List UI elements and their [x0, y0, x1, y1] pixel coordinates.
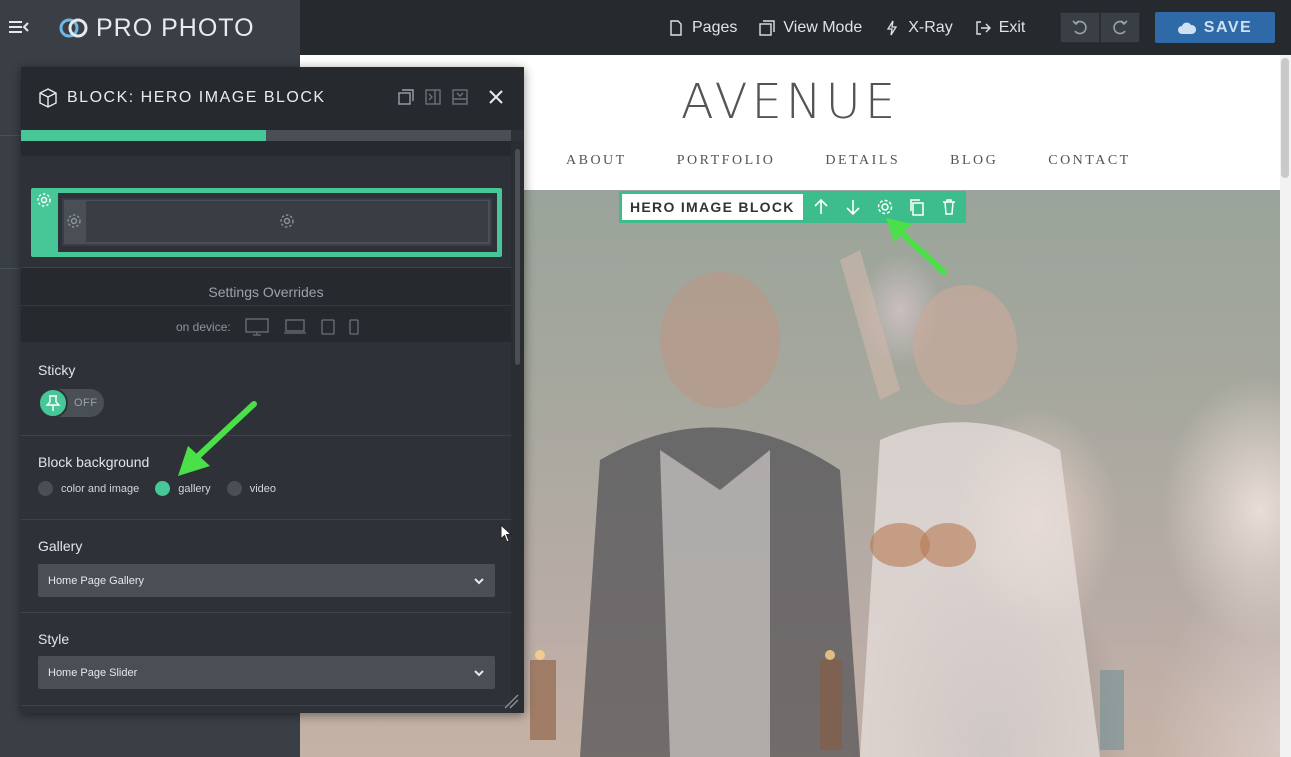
save-button[interactable]: SAVE: [1155, 12, 1275, 43]
column-gear-icon[interactable]: [279, 213, 295, 229]
gallery-select[interactable]: Home Page Gallery: [38, 564, 495, 597]
duplicate-block-button[interactable]: [903, 194, 931, 220]
trash-icon: [942, 199, 955, 215]
divider: [21, 435, 511, 436]
sidebar-divider: [0, 268, 22, 269]
style-select[interactable]: Home Page Slider: [38, 656, 495, 689]
popout-icon[interactable]: [397, 88, 415, 106]
block-background-options: color and image gallery video: [38, 481, 284, 496]
settings-overrides-title: Settings Overrides: [208, 284, 324, 300]
chevron-down-icon: [474, 670, 484, 677]
cloud-icon: [1177, 22, 1196, 34]
top-nav: Pages View Mode X-Ray Exit: [668, 0, 1025, 55]
view-mode-icon: [759, 19, 776, 36]
tablet-icon[interactable]: [321, 319, 335, 335]
panel-body-top: [21, 141, 511, 156]
dock-right-icon[interactable]: [424, 88, 442, 106]
undo-button[interactable]: [1060, 12, 1100, 43]
site-nav-details[interactable]: DETAILS: [825, 153, 900, 169]
sticky-toggle-knob[interactable]: [38, 388, 68, 418]
logo-text: PRO PHOTO: [96, 13, 255, 42]
pages-button[interactable]: Pages: [668, 19, 737, 37]
view-mode-button[interactable]: View Mode: [759, 19, 862, 37]
dock-bottom-icon[interactable]: [451, 88, 469, 106]
gallery-select-value: Home Page Gallery: [48, 574, 144, 587]
panel-tab-active[interactable]: [21, 130, 266, 141]
gallery-label: Gallery: [38, 538, 83, 554]
undo-icon: [1072, 19, 1087, 34]
move-down-button[interactable]: [839, 194, 867, 220]
desktop-icon[interactable]: [245, 318, 269, 336]
bg-option-label: video: [249, 482, 276, 495]
bg-option-label: gallery: [178, 482, 211, 495]
pin-icon: [45, 395, 61, 411]
duplicate-icon: [909, 199, 924, 216]
bg-option-video[interactable]: video: [226, 481, 276, 496]
builder-window: PRO PHOTO Pages View Mode X-Ray Exit SAV…: [0, 0, 1291, 757]
style-select-value: Home Page Slider: [48, 666, 138, 679]
site-nav-portfolio[interactable]: PORTFOLIO: [677, 153, 776, 169]
xray-label: X-Ray: [908, 18, 953, 36]
divider: [21, 519, 511, 520]
radio-button-selected[interactable]: [155, 481, 171, 496]
block-settings-button[interactable]: [871, 194, 899, 220]
divider: [21, 612, 511, 613]
block-settings-panel: BLOCK: HERO IMAGE BLOCK Settings Overrid…: [21, 67, 524, 713]
mouse-cursor-icon: [500, 524, 513, 543]
collapse-menu-icon[interactable]: [8, 16, 30, 38]
panel-title: BLOCK: HERO IMAGE BLOCK: [67, 89, 326, 106]
radio-button[interactable]: [226, 481, 242, 496]
site-nav-blog[interactable]: BLOG: [950, 153, 998, 169]
pages-label: Pages: [692, 18, 738, 36]
bg-option-gallery[interactable]: gallery: [155, 481, 211, 496]
close-icon[interactable]: [486, 87, 506, 107]
arrow-up-icon: [814, 198, 828, 214]
block-background-label: Block background: [38, 454, 150, 470]
pro-photo-logo[interactable]: PRO PHOTO: [58, 12, 255, 44]
resize-handle-icon[interactable]: [503, 693, 519, 709]
sidebar-divider: [0, 135, 22, 136]
bg-option-color-image[interactable]: color and image: [38, 481, 139, 496]
divider: [21, 705, 511, 706]
site-nav: ABOUT PORTFOLIO DETAILS BLOG CONTACT: [566, 153, 1131, 169]
arrow-down-icon: [846, 200, 860, 216]
delete-block-button[interactable]: [935, 194, 963, 220]
site-nav-about[interactable]: ABOUT: [566, 153, 627, 169]
site-title-text: AVENUE: [680, 74, 900, 130]
xray-button[interactable]: X-Ray: [884, 18, 953, 37]
radio-button[interactable]: [38, 481, 53, 496]
chevron-down-icon: [474, 578, 484, 585]
block-cube-icon: [39, 88, 57, 108]
row-gear-icon[interactable]: [66, 213, 82, 229]
history-controls: [1060, 12, 1140, 43]
style-label: Style: [38, 631, 70, 647]
block-toolbar-label[interactable]: HERO IMAGE BLOCK: [622, 194, 803, 220]
exit-icon: [975, 20, 991, 35]
exit-button[interactable]: Exit: [975, 18, 1026, 37]
device-selector: on device:: [176, 318, 359, 336]
sticky-label: Sticky: [38, 362, 76, 378]
move-up-button[interactable]: [807, 194, 835, 220]
view-mode-label: View Mode: [783, 18, 863, 36]
panel-scrollbar-thumb[interactable]: [515, 149, 520, 365]
divider: [21, 305, 511, 306]
redo-icon: [1113, 19, 1128, 34]
block-toolbar: HERO IMAGE BLOCK: [619, 191, 966, 223]
phone-icon[interactable]: [349, 319, 359, 335]
sticky-state: OFF: [74, 397, 98, 409]
gear-icon: [877, 199, 892, 215]
logo-icon: [59, 18, 88, 38]
site-nav-contact[interactable]: CONTACT: [1048, 153, 1131, 169]
save-label: SAVE: [1203, 18, 1253, 36]
exit-label: Exit: [998, 18, 1026, 36]
laptop-icon[interactable]: [283, 319, 307, 335]
bg-option-label: color and image: [61, 482, 140, 495]
page-icon: [670, 19, 682, 36]
site-scrollbar-thumb[interactable]: [1281, 58, 1289, 178]
device-label: on device:: [176, 320, 231, 334]
block-gear-icon[interactable]: [36, 192, 52, 208]
xray-icon: [887, 20, 898, 35]
redo-button[interactable]: [1100, 12, 1140, 43]
